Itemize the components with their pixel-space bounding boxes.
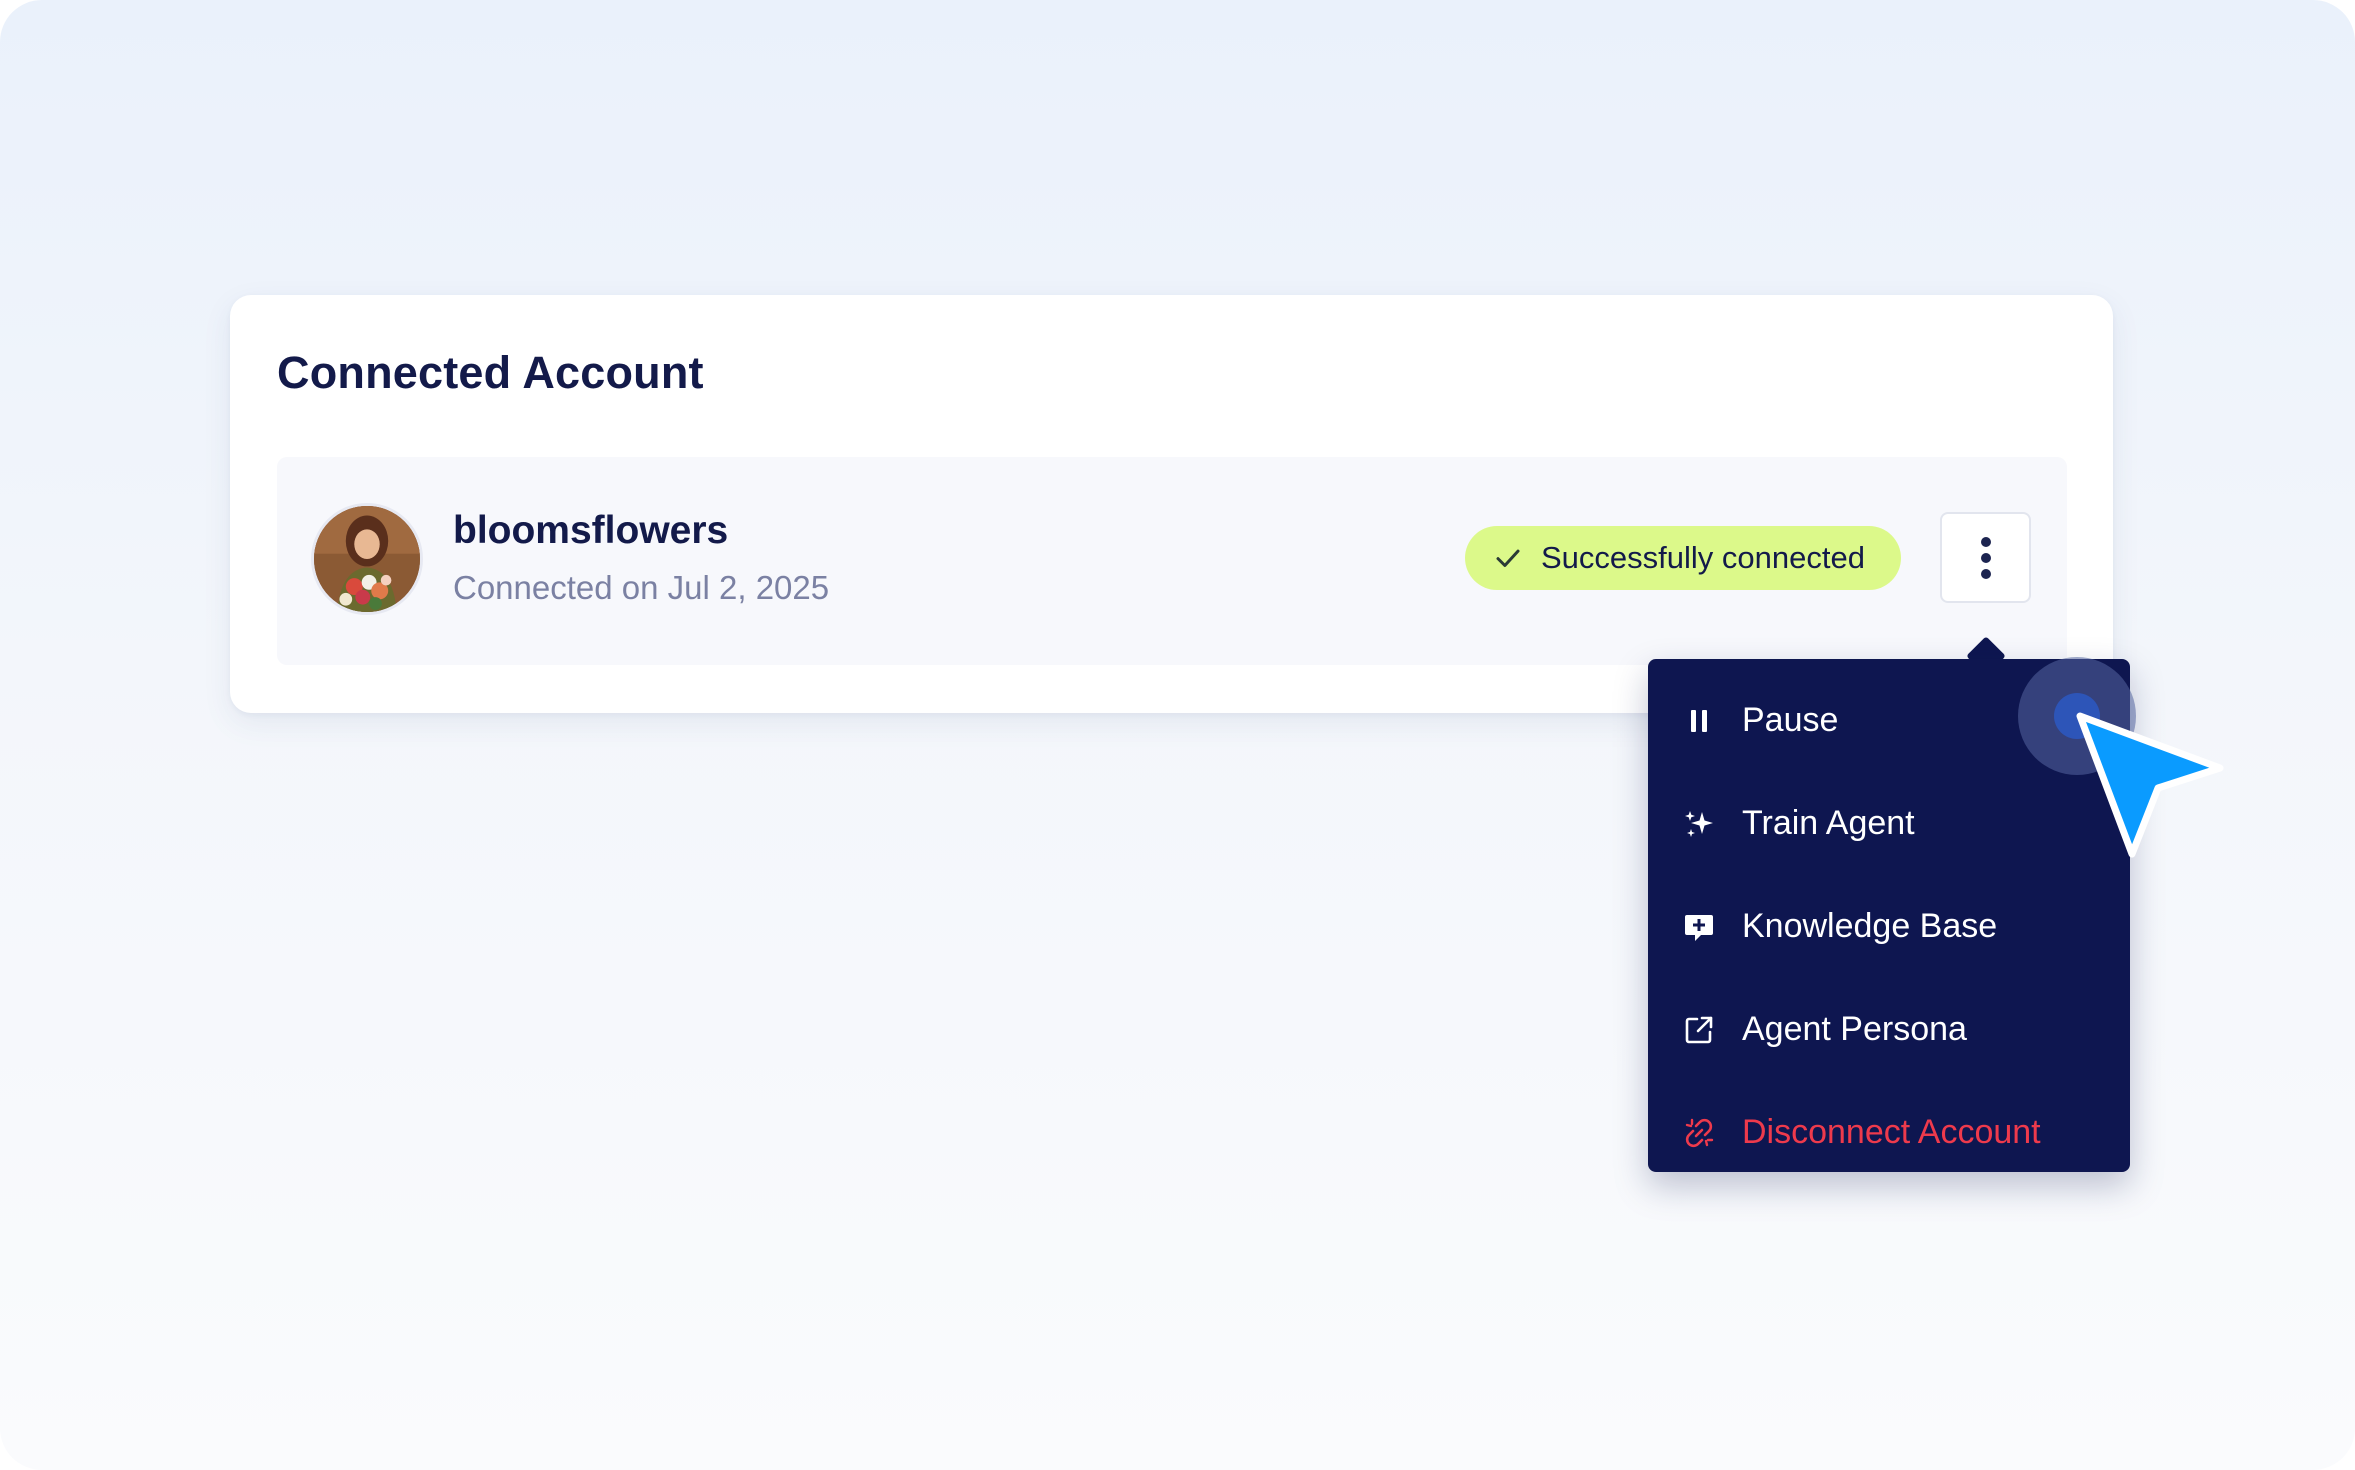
menu-item-label: Disconnect Account xyxy=(1742,1113,2041,1151)
more-actions-button[interactable] xyxy=(1940,512,2031,603)
account-row: bloomsflowers Connected on Jul 2, 2025 S… xyxy=(277,457,2067,665)
page-background: Connected Account bloomsflowers Connecte… xyxy=(0,0,2355,1470)
menu-item-label: Knowledge Base xyxy=(1742,907,1998,945)
menu-item-label: Train Agent xyxy=(1742,804,1915,842)
menu-item-train-agent[interactable]: Train Agent xyxy=(1648,772,2130,875)
account-username: bloomsflowers xyxy=(453,509,729,552)
menu-item-disconnect-account[interactable]: Disconnect Account xyxy=(1648,1081,2130,1184)
more-vertical-icon xyxy=(1980,536,1991,579)
chat-plus-icon xyxy=(1682,910,1716,944)
status-badge: Successfully connected xyxy=(1465,526,1901,590)
external-link-icon xyxy=(1682,1013,1716,1047)
menu-item-label: Agent Persona xyxy=(1742,1010,1967,1048)
menu-item-label: Pause xyxy=(1742,701,1839,739)
menu-item-knowledge-base[interactable]: Knowledge Base xyxy=(1648,875,2130,978)
connected-date: Connected on Jul 2, 2025 xyxy=(453,569,830,606)
cursor-pointer-icon xyxy=(2076,712,2224,858)
card-title: Connected Account xyxy=(277,347,704,398)
pause-icon xyxy=(1682,704,1716,738)
connected-account-card: Connected Account bloomsflowers Connecte… xyxy=(230,295,2113,713)
unlink-icon xyxy=(1682,1116,1716,1150)
sparkles-icon xyxy=(1682,807,1716,841)
check-icon xyxy=(1496,549,1520,567)
menu-item-agent-persona[interactable]: Agent Persona xyxy=(1648,978,2130,1081)
status-label: Successfully connected xyxy=(1541,540,1865,575)
avatar xyxy=(311,503,423,615)
